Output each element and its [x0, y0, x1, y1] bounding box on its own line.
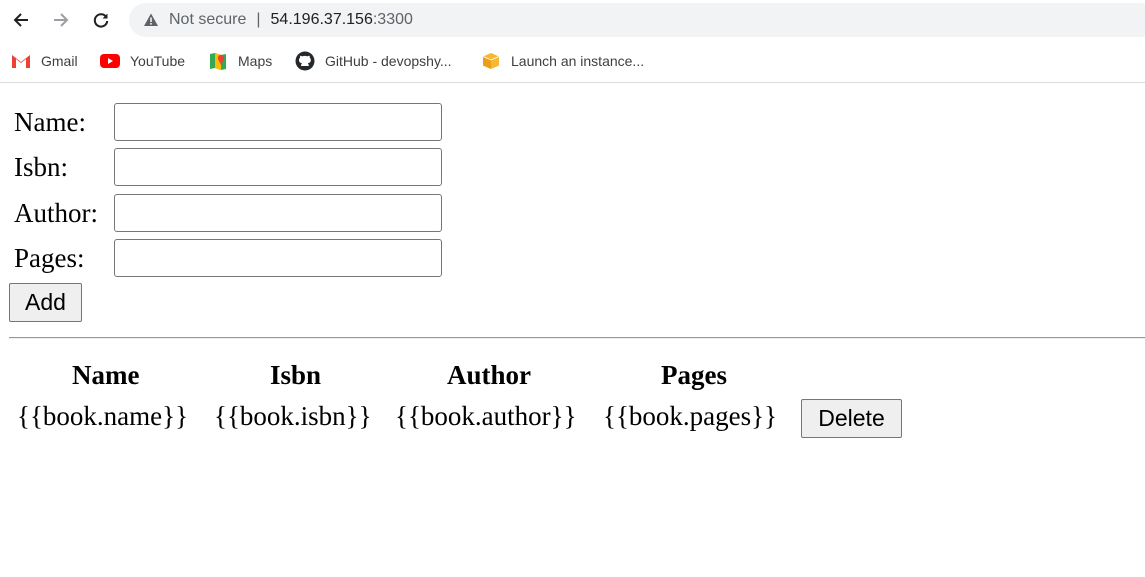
bookmark-github[interactable]: GitHub - devopshy... — [295, 50, 452, 72]
url-host: 54.196.37.156 — [270, 11, 373, 28]
bookmark-youtube[interactable]: YouTube — [100, 50, 185, 72]
address-bar[interactable]: Not secure | 54.196.37.156:3300 — [129, 3, 1145, 37]
isbn-input[interactable] — [114, 148, 442, 186]
column-header-name: Name — [72, 360, 140, 390]
column-header-author: Author — [447, 360, 532, 390]
back-button[interactable] — [7, 6, 35, 34]
form-row-isbn: Isbn: — [14, 147, 114, 187]
url-port: :3300 — [372, 11, 413, 28]
forward-arrow-icon — [54, 13, 69, 27]
forward-button[interactable] — [47, 6, 75, 34]
bookmark-label: Launch an instance... — [511, 53, 645, 69]
isbn-label: Isbn: — [14, 151, 68, 182]
aws-box-icon — [481, 51, 501, 71]
bookmark-label: YouTube — [130, 53, 186, 69]
cell-book-author: {{book.author}} — [395, 401, 577, 431]
reload-button[interactable] — [87, 6, 115, 34]
bookmarks-bar: Gmail YouTube Maps GitHub - devopshy... … — [0, 40, 1145, 83]
address-separator: | — [256, 11, 261, 28]
reload-icon — [93, 13, 109, 28]
column-header-pages: Pages — [661, 360, 727, 390]
cell-book-isbn: {{book.isbn}} — [214, 401, 372, 431]
bookmark-label: Maps — [238, 53, 273, 69]
delete-button[interactable]: Delete — [801, 399, 902, 438]
form-row-pages: Pages: — [14, 238, 114, 278]
cell-book-name: {{book.name}} — [17, 401, 189, 431]
cell-book-pages: {{book.pages}} — [603, 401, 778, 431]
divider — [9, 337, 1145, 339]
maps-icon — [208, 51, 228, 71]
gmail-icon — [11, 51, 31, 71]
back-arrow-icon — [13, 13, 28, 27]
warning-triangle-icon — [143, 12, 159, 28]
name-input[interactable] — [114, 103, 442, 141]
form-row-name: Name: — [14, 102, 114, 142]
bookmark-gmail[interactable]: Gmail — [11, 50, 78, 72]
github-icon — [295, 51, 315, 71]
bookmark-label: GitHub - devopshy... — [325, 53, 452, 69]
name-label: Name: — [14, 106, 86, 137]
author-label: Author: — [14, 197, 98, 228]
form-row-author: Author: — [14, 193, 114, 233]
browser-toolbar: Not secure | 54.196.37.156:3300 — [0, 0, 1145, 40]
youtube-icon — [100, 51, 120, 71]
pages-label: Pages: — [14, 242, 85, 273]
bookmark-maps[interactable]: Maps — [208, 50, 272, 72]
bookmark-label: Gmail — [41, 53, 78, 69]
add-button[interactable]: Add — [9, 283, 82, 322]
column-header-isbn: Isbn — [270, 360, 322, 390]
author-input[interactable] — [114, 194, 442, 232]
pages-input[interactable] — [114, 239, 442, 277]
security-label[interactable]: Not secure — [169, 11, 246, 29]
bookmark-launch-instance[interactable]: Launch an instance... — [481, 50, 644, 72]
